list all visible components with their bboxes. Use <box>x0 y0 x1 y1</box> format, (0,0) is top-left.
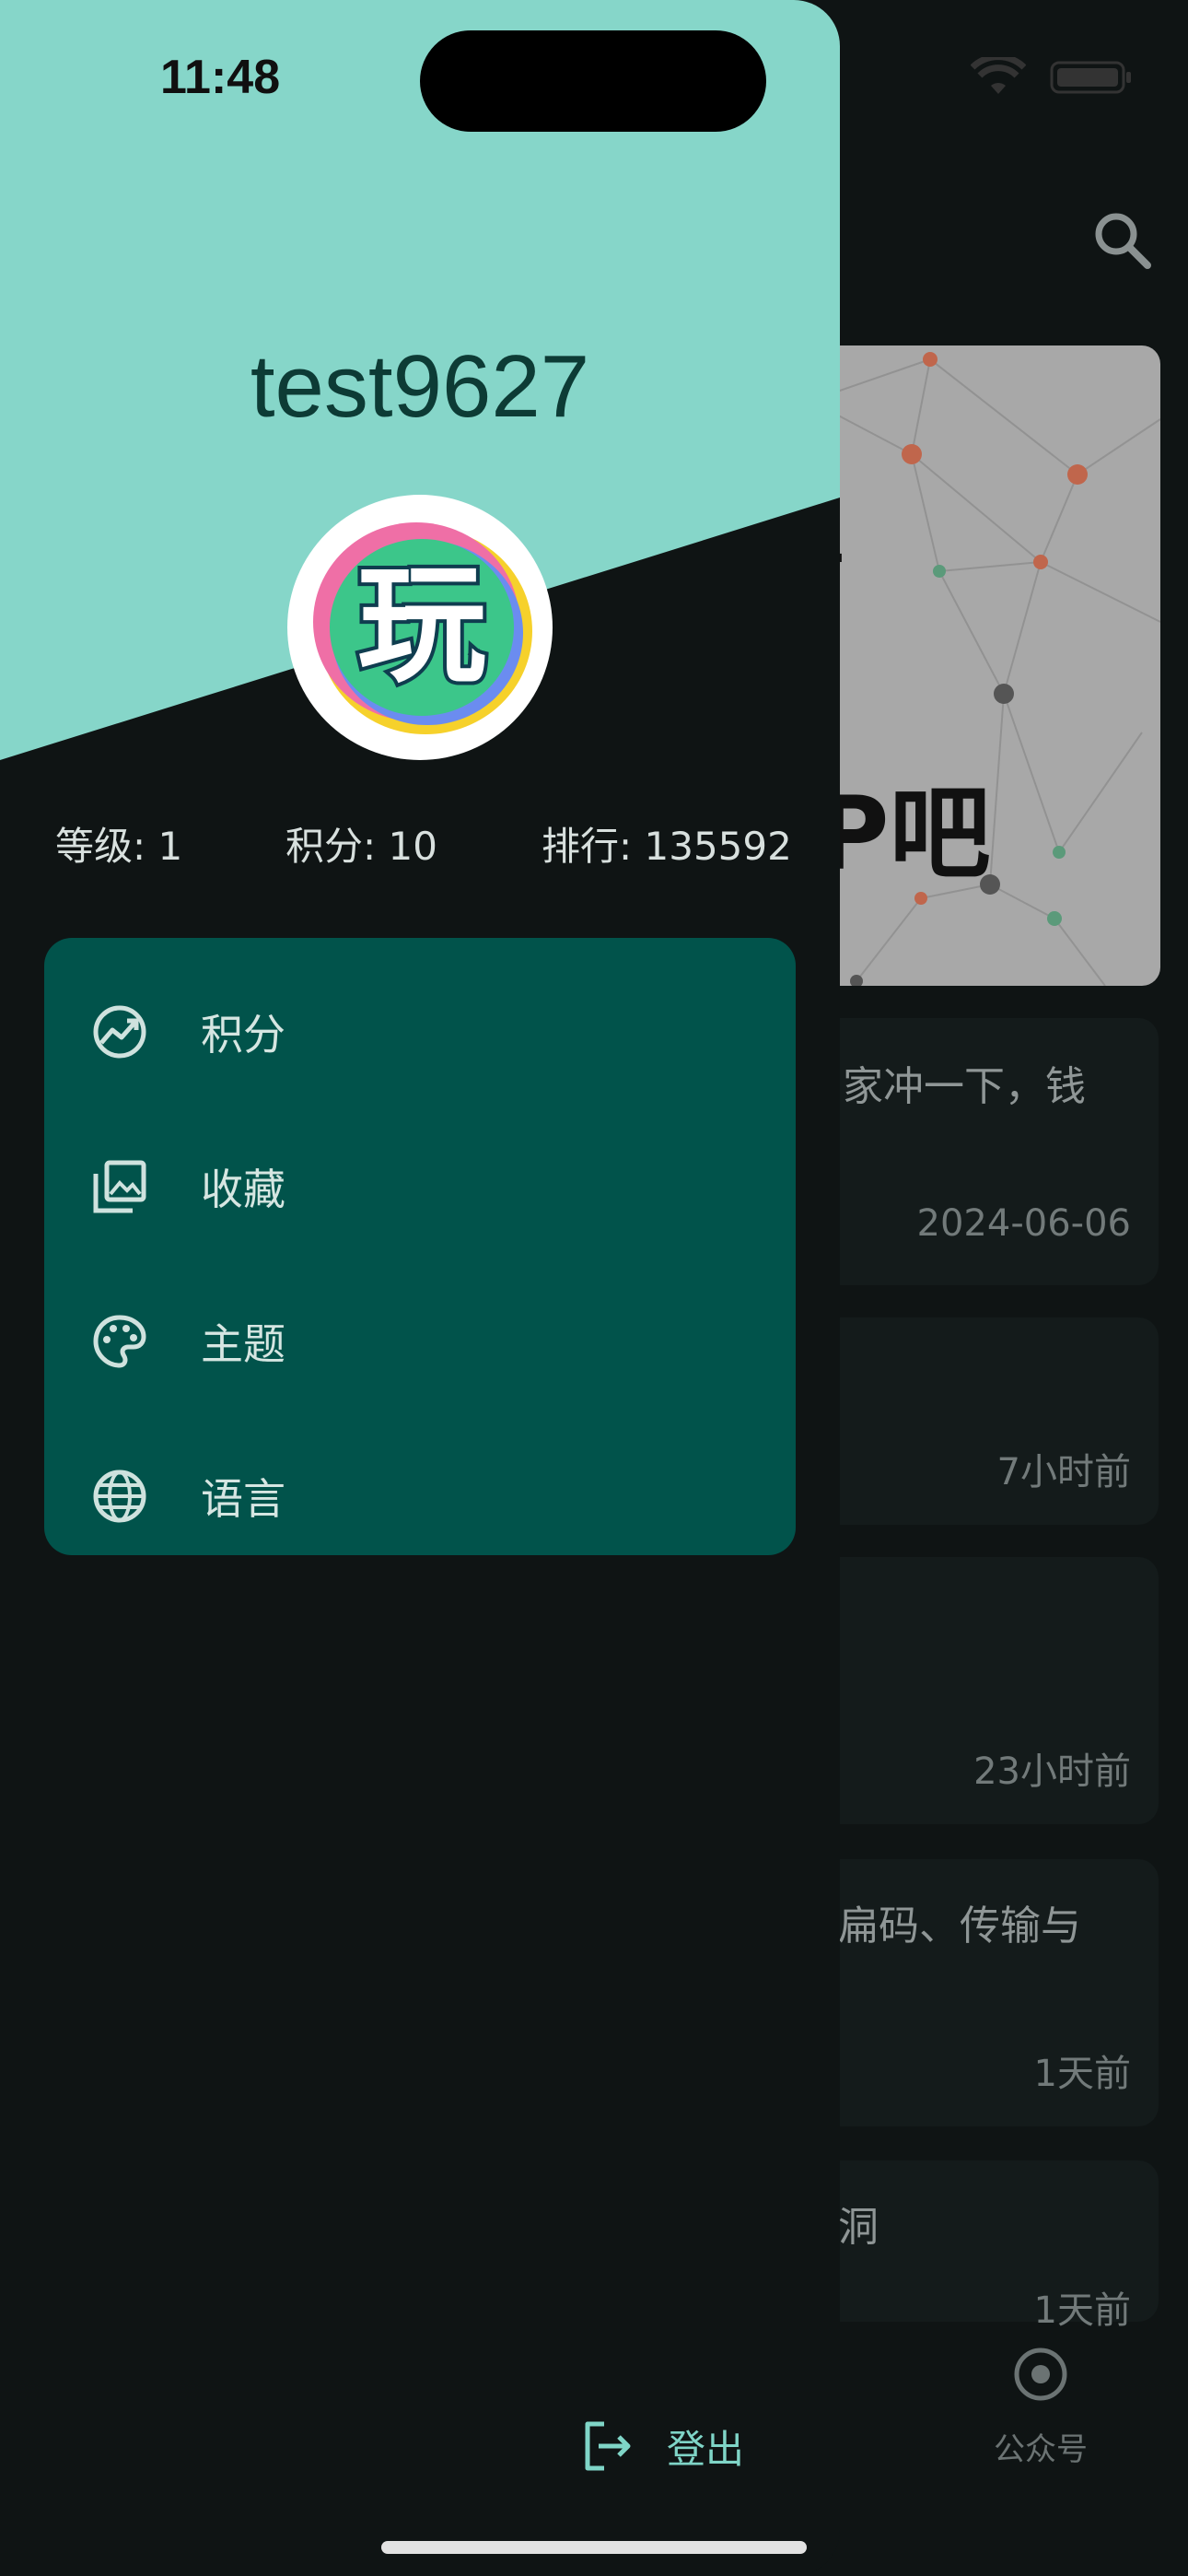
article-date: 1天前 <box>1033 2289 1131 2332</box>
banner-text-2: P吧 <box>815 775 991 893</box>
home-indicator <box>381 2541 807 2554</box>
article-date: 1天前 <box>1033 2053 1131 2095</box>
article-card[interactable]: 洞 1天前 <box>801 2160 1159 2332</box>
article-card[interactable]: 家冲一下，钱 2024-06-06 <box>801 1018 1159 1285</box>
rank-stat: 排行: 135592 <box>542 824 792 869</box>
level-stat: 等级: 1 <box>55 824 183 869</box>
username: test9627 <box>250 337 590 436</box>
points-stat: 积分: 10 <box>285 824 437 869</box>
menu-item-label: 积分 <box>201 1010 285 1060</box>
banner-image[interactable]: 1 P吧 <box>801 345 1160 986</box>
menu-item-collection[interactable]: 收藏 <box>44 1109 796 1264</box>
logout-label: 登出 <box>667 2426 745 2472</box>
article-title: 洞 <box>838 2204 879 2251</box>
drawer-menu: 积分 收藏 主题 语言 <box>44 938 796 1555</box>
app-logo-icon: 玩 <box>313 522 532 734</box>
menu-item-label: 主题 <box>201 1319 285 1369</box>
article-title: 扁码、传输与 <box>838 1903 1081 1950</box>
menu-item-label: 收藏 <box>201 1165 285 1214</box>
article-card[interactable]: 扁码、传输与 1天前 <box>801 1859 1159 2126</box>
battery-icon <box>1050 61 1131 94</box>
palette-icon <box>93 1315 146 1368</box>
logout-icon <box>585 2421 631 2471</box>
globe-icon <box>93 1469 146 1523</box>
search-icon[interactable] <box>1087 205 1160 278</box>
article-date: 2024-06-06 <box>916 1202 1131 1245</box>
wifi-icon <box>971 57 1026 94</box>
avatar[interactable]: 玩 <box>287 495 553 760</box>
article-card[interactable]: 7小时前 <box>801 1317 1159 1525</box>
radio-target-icon <box>1014 2348 1067 2401</box>
dynamic-island <box>420 30 766 132</box>
status-icons <box>971 57 1133 98</box>
points-chart-icon <box>93 1005 146 1059</box>
collection-icon <box>93 1160 146 1213</box>
menu-item-label: 语言 <box>201 1474 285 1524</box>
article-date: 7小时前 <box>996 1451 1131 1493</box>
menu-item-theme[interactable]: 主题 <box>44 1264 796 1419</box>
menu-item-points[interactable]: 积分 <box>44 954 796 1109</box>
menu-item-language[interactable]: 语言 <box>44 1419 796 1574</box>
status-time: 11:48 <box>160 51 281 104</box>
nav-item-label: 公众号 <box>994 2431 1088 2468</box>
navigation-drawer: 11:48 test9627 玩 等级: 1 积分: 10 排行: 135592… <box>0 0 840 2576</box>
article-card[interactable]: 23小时前 <box>801 1557 1159 1824</box>
avatar-glyph: 玩 <box>357 551 486 701</box>
nav-item-official-account[interactable]: 公众号 <box>985 2345 1096 2469</box>
logout-button[interactable]: 登出 <box>580 2414 744 2478</box>
article-date: 23小时前 <box>973 1751 1131 1793</box>
article-title: 家冲一下，钱 <box>843 1063 1086 1110</box>
